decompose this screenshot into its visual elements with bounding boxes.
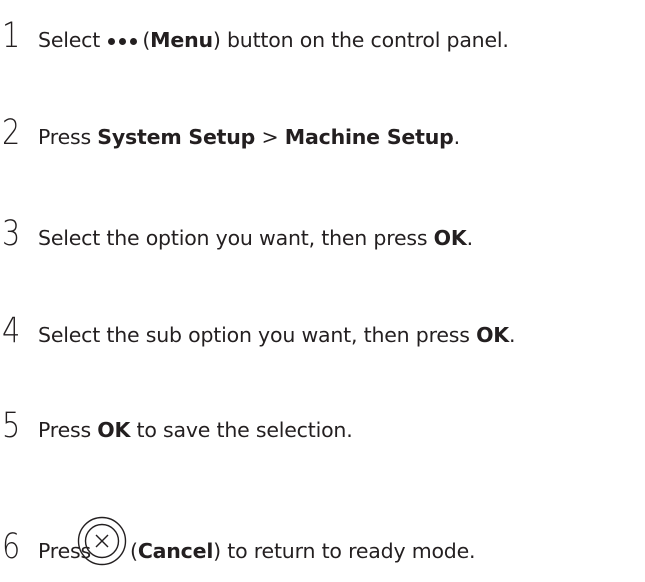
step-text-mid: ( bbox=[130, 539, 138, 563]
step-text-pre: Select bbox=[38, 28, 107, 52]
step-text: Press System Setup > Machine Setup. bbox=[38, 125, 460, 149]
step-text: Select the option you want, then press O… bbox=[38, 226, 473, 250]
step-text: Press OK to save the selection. bbox=[38, 418, 353, 442]
step-6: 6 Press (Cancel) to return to ready mode… bbox=[2, 516, 645, 569]
cancel-icon bbox=[77, 516, 127, 566]
step-number: 3 bbox=[2, 214, 21, 254]
menu-path-separator: > bbox=[255, 125, 285, 149]
ok-label: OK bbox=[433, 226, 467, 250]
step-text-pre: Select the sub option you want, then pre… bbox=[38, 323, 477, 347]
step-number: 4 bbox=[2, 311, 21, 351]
step-text-post: to save the selection. bbox=[130, 418, 353, 442]
ok-label: OK bbox=[476, 323, 509, 347]
step-text-post: . bbox=[509, 323, 516, 347]
cancel-label: Cancel bbox=[137, 539, 214, 563]
step-text-mid: ( bbox=[142, 28, 151, 52]
menu-button-label: Menu bbox=[150, 28, 213, 52]
step-text-post: . bbox=[453, 125, 461, 149]
step-number: 2 bbox=[2, 113, 21, 153]
step-text-pre: Select the option you want, then press bbox=[38, 226, 434, 250]
step-3: 3 Select the option you want, then press… bbox=[2, 210, 645, 256]
step-1: 1 Select (Menu) button on the control pa… bbox=[2, 12, 645, 58]
menu-dots-icon bbox=[106, 36, 142, 46]
step-2: 2 Press System Setup > Machine Setup. bbox=[2, 109, 645, 155]
step-text-post: ) to return to ready mode. bbox=[213, 539, 476, 563]
step-number: 5 bbox=[2, 406, 21, 446]
step-text-post: ) button on the control panel. bbox=[212, 28, 509, 52]
system-setup-label: System Setup bbox=[97, 125, 256, 149]
machine-setup-label: Machine Setup bbox=[284, 125, 454, 149]
step-number: 1 bbox=[2, 16, 21, 56]
procedure-steps: 1 Select (Menu) button on the control pa… bbox=[0, 0, 645, 582]
step-5: 5 Press OK to save the selection. bbox=[2, 402, 645, 448]
step-text-pre: Press bbox=[38, 125, 98, 149]
step-number: 6 bbox=[2, 527, 21, 567]
step-4: 4 Select the sub option you want, then p… bbox=[2, 307, 645, 353]
step-text-pre: Press bbox=[38, 418, 98, 442]
step-text-post: . bbox=[466, 226, 474, 250]
step-text: (Cancel) to return to ready mode. bbox=[130, 539, 476, 563]
ok-label: OK bbox=[97, 418, 131, 442]
step-text: Select (Menu) button on the control pane… bbox=[38, 28, 509, 52]
step-text: Select the sub option you want, then pre… bbox=[38, 323, 516, 347]
